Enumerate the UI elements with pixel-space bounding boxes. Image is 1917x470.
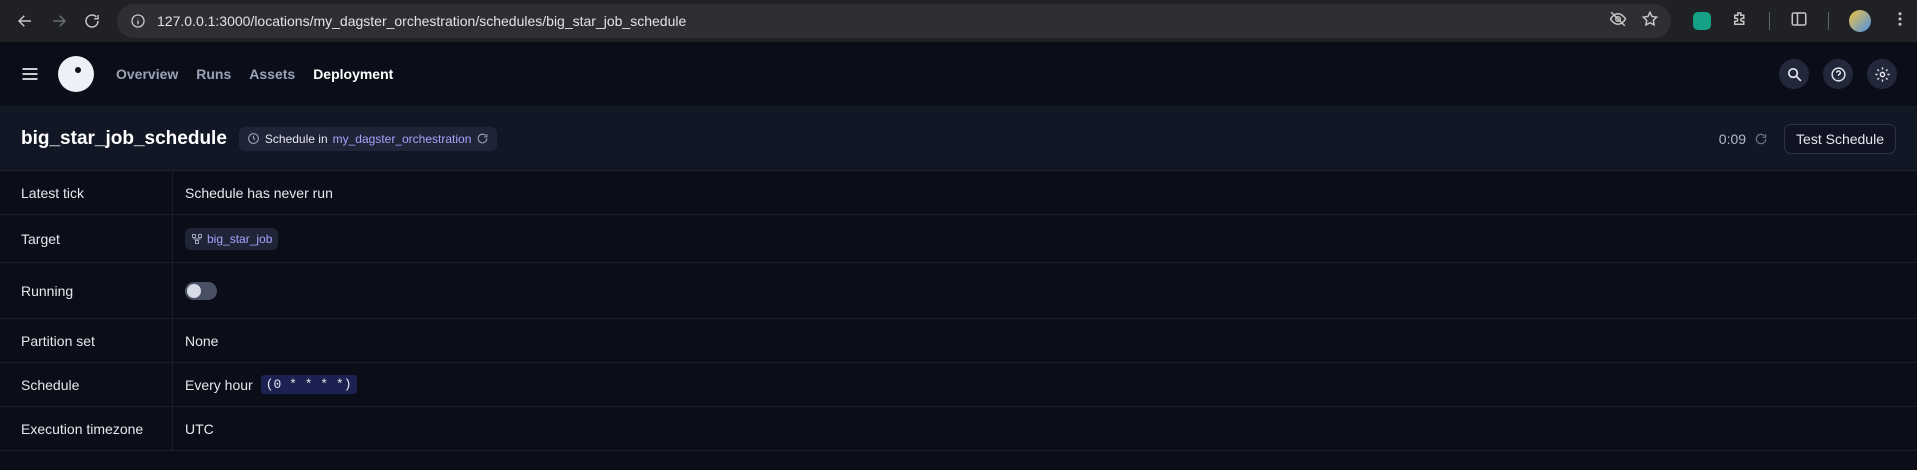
help-button[interactable] <box>1823 59 1853 89</box>
table-row: Schedule Every hour (0 * * * *) <box>0 363 1917 407</box>
back-icon[interactable] <box>8 4 42 38</box>
job-graph-icon <box>192 233 202 244</box>
execution-timezone-label: Execution timezone <box>0 407 173 450</box>
browser-toolbar: 127.0.0.1:3000/locations/my_dagster_orch… <box>0 0 1917 42</box>
nav-runs[interactable]: Runs <box>196 66 231 82</box>
test-schedule-button[interactable]: Test Schedule <box>1784 123 1896 154</box>
url-text[interactable]: 127.0.0.1:3000/locations/my_dagster_orch… <box>157 13 1609 29</box>
bookmark-star-icon[interactable] <box>1641 10 1659 33</box>
clock-icon <box>247 133 259 144</box>
table-row: Target big_star_job <box>0 215 1917 263</box>
extensions-puzzle-icon[interactable] <box>1731 10 1749 33</box>
latest-tick-value: Schedule has never run <box>185 184 333 201</box>
reload-location-icon[interactable] <box>476 132 489 145</box>
search-icon <box>1787 67 1801 81</box>
table-row: Running <box>0 263 1917 319</box>
forward-icon[interactable] <box>42 4 76 38</box>
execution-timezone-value: UTC <box>185 420 214 437</box>
running-toggle[interactable] <box>185 281 217 300</box>
toolbar-divider <box>1828 12 1829 30</box>
schedule-location-tag: Schedule in my_dagster_orchestration <box>238 126 498 151</box>
page-title: big_star_job_schedule <box>21 127 227 149</box>
schedule-details-table: Latest tick Schedule has never run Targe… <box>0 171 1917 451</box>
partition-set-value: None <box>185 332 219 349</box>
app-header: Overview Runs Assets Deployment <box>0 42 1917 107</box>
settings-button[interactable] <box>1867 59 1897 89</box>
schedule-value: Every hour <box>185 376 253 393</box>
cron-expression: (0 * * * *) <box>260 375 357 394</box>
help-icon <box>1830 66 1846 82</box>
eye-off-icon[interactable] <box>1609 10 1627 33</box>
target-job-tag[interactable]: big_star_job <box>185 227 279 250</box>
profile-avatar[interactable] <box>1849 10 1871 32</box>
refresh-icon[interactable] <box>1754 132 1768 146</box>
nav-deployment[interactable]: Deployment <box>313 66 393 82</box>
table-row: Latest tick Schedule has never run <box>0 171 1917 215</box>
target-job-link[interactable]: big_star_job <box>207 232 272 246</box>
gear-icon <box>1874 66 1890 82</box>
reload-icon[interactable] <box>75 4 109 38</box>
extension-shield-icon[interactable] <box>1693 12 1711 30</box>
partition-set-label: Partition set <box>0 319 173 362</box>
page-header: big_star_job_schedule Schedule in my_dag… <box>0 107 1917 171</box>
table-row: Execution timezone UTC <box>0 407 1917 451</box>
schedule-tag-prefix: Schedule in <box>264 131 328 146</box>
side-panel-icon[interactable] <box>1790 10 1808 33</box>
target-label: Target <box>0 215 173 262</box>
toolbar-divider <box>1769 12 1770 30</box>
top-navigation: Overview Runs Assets Deployment <box>116 66 393 82</box>
search-button[interactable] <box>1779 59 1809 89</box>
latest-tick-label: Latest tick <box>0 171 173 214</box>
refresh-timer: 0:09 <box>1718 130 1747 147</box>
table-row: Partition set None <box>0 319 1917 363</box>
schedule-label: Schedule <box>0 363 173 406</box>
location-link[interactable]: my_dagster_orchestration <box>333 132 472 146</box>
nav-overview[interactable]: Overview <box>116 66 178 82</box>
address-bar[interactable]: 127.0.0.1:3000/locations/my_dagster_orch… <box>117 4 1671 38</box>
running-label: Running <box>0 263 173 318</box>
nav-assets[interactable]: Assets <box>249 66 295 82</box>
dagster-logo-icon[interactable] <box>58 56 94 92</box>
site-info-icon[interactable] <box>129 12 147 30</box>
hamburger-menu-icon[interactable] <box>20 63 42 85</box>
browser-menu-icon[interactable] <box>1891 10 1909 33</box>
